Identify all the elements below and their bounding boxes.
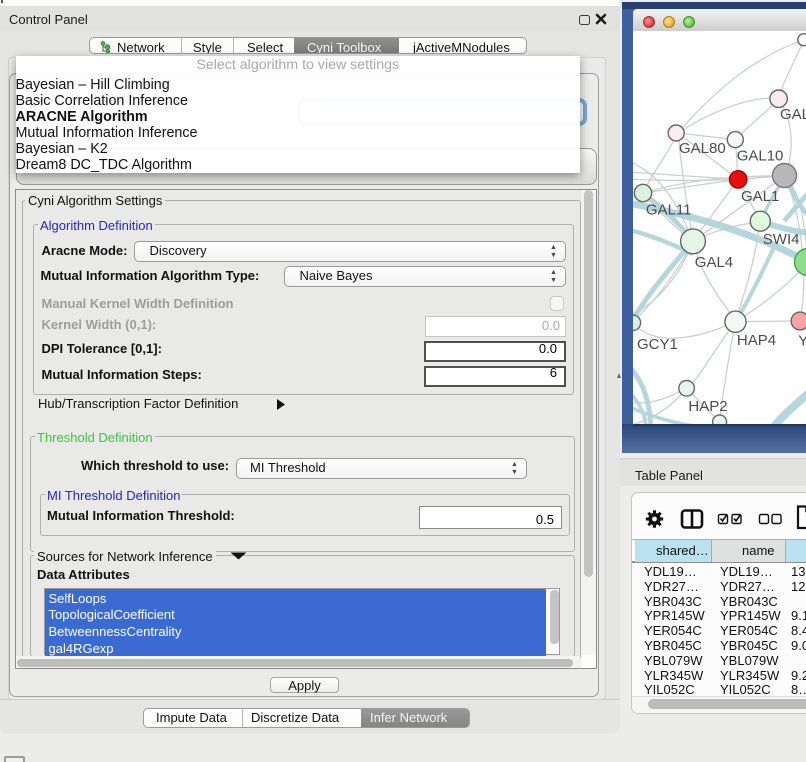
svg-text:GAL11: GAL11 [646, 202, 692, 219]
svg-text:HAP2: HAP2 [688, 398, 727, 415]
svg-text:GAL1: GAL1 [741, 188, 779, 205]
svg-text:GAL10: GAL10 [737, 148, 784, 165]
svg-text:YEL: YEL [798, 333, 806, 350]
svg-text:HAP4: HAP4 [737, 332, 776, 349]
svg-text:GAL80: GAL80 [679, 140, 726, 157]
svg-text:GAL4: GAL4 [695, 254, 733, 271]
svg-text:GAL2: GAL2 [780, 106, 806, 123]
svg-text:GCY1: GCY1 [637, 336, 678, 353]
svg-text:SWI4: SWI4 [763, 231, 800, 248]
